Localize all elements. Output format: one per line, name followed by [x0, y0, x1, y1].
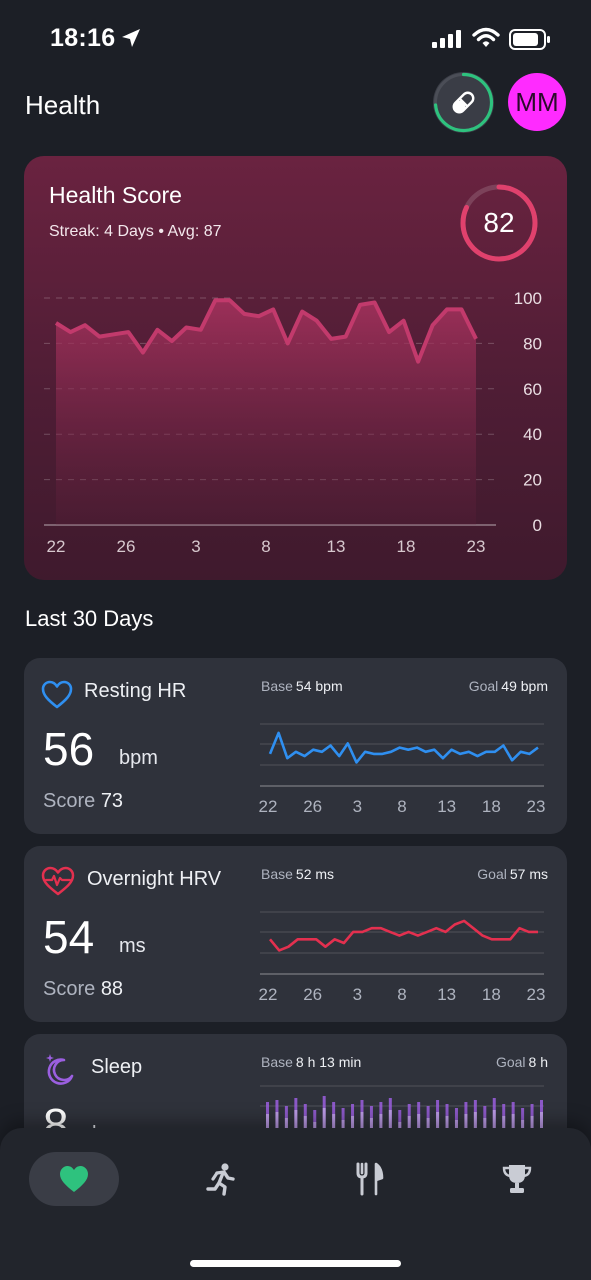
mini-x-tick-label: 26: [303, 985, 322, 1004]
mini-x-tick-label: 18: [482, 985, 501, 1004]
mini-x-tick-label: 8: [397, 985, 406, 1004]
heart-icon: [60, 1166, 88, 1192]
mini-x-tick-label: 8: [397, 797, 406, 816]
trophy-icon: [502, 1165, 532, 1193]
y-tick-label: 80: [523, 334, 542, 353]
resting-hr-chart: 22 26 3 8 13 18 23: [259, 723, 546, 816]
y-tick-label: 0: [533, 516, 542, 535]
supplement-progress-button[interactable]: [433, 72, 494, 133]
health-score-subtitle: Streak: 4 Days • Avg: 87: [49, 223, 222, 240]
home-indicator: [190, 1260, 401, 1267]
mini-x-tick-label: 18: [482, 797, 501, 816]
mini-x-tick-label: 3: [353, 985, 362, 1004]
y-tick-label: 40: [523, 425, 542, 444]
overnight-hrv-card[interactable]: Overnight HRV 54 ms Score 88 Base 52 ms G…: [24, 846, 567, 1022]
mini-x-tick-label: 3: [353, 797, 362, 816]
x-tick-label: 26: [117, 537, 136, 556]
status-time: 18:16: [50, 24, 116, 52]
tab-health[interactable]: [29, 1152, 119, 1206]
mini-x-tick-label: 22: [259, 985, 278, 1004]
x-tick-label: 23: [467, 537, 486, 556]
x-tick-label: 8: [261, 537, 270, 556]
tab-activity[interactable]: [175, 1152, 265, 1206]
avatar[interactable]: MM: [508, 73, 566, 131]
tab-bar: [0, 1128, 591, 1280]
fork-knife-icon: [356, 1162, 384, 1196]
x-tick-label: 13: [327, 537, 346, 556]
x-tick-label: 18: [397, 537, 416, 556]
page-title: Health: [25, 90, 101, 120]
mini-line: [268, 731, 539, 764]
wifi-icon: [472, 27, 500, 47]
tab-nutrition[interactable]: [324, 1152, 414, 1206]
mini-x-tick-label: 26: [303, 797, 322, 816]
cellular-signal-icon: [432, 30, 461, 48]
mini-x-tick-label: 22: [259, 797, 278, 816]
status-bar: 18:16: [0, 0, 591, 80]
section-title: Last 30 Days: [25, 606, 154, 631]
y-tick-label: 100: [514, 289, 542, 308]
battery-icon: [509, 29, 550, 50]
mini-x-tick-label: 23: [527, 985, 546, 1004]
pill-icon: [452, 91, 475, 114]
mini-x-tick-label: 13: [437, 797, 456, 816]
y-tick-label: 60: [523, 380, 542, 399]
y-tick-label: 20: [523, 471, 542, 490]
resting-hr-card[interactable]: Resting HR 56 bpm Score 73 Base 54 bpm Go…: [24, 658, 567, 834]
tab-achievements[interactable]: [472, 1152, 562, 1206]
running-icon: [206, 1163, 235, 1196]
x-tick-label: 22: [47, 537, 66, 556]
overnight-hrv-chart: 22 26 3 8 13 18 23: [259, 911, 546, 1004]
mini-line: [268, 919, 538, 952]
mini-x-tick-label: 23: [527, 797, 546, 816]
mini-x-tick-label: 13: [437, 985, 456, 1004]
x-tick-label: 3: [191, 537, 200, 556]
health-score-title: Health Score: [49, 182, 182, 208]
health-score-value: 82: [483, 207, 515, 238]
location-arrow-icon: [122, 29, 140, 47]
health-score-card[interactable]: 100 80 60 40 20 0 22 26 3 8 13 18 23 Health Score St…: [24, 156, 567, 580]
